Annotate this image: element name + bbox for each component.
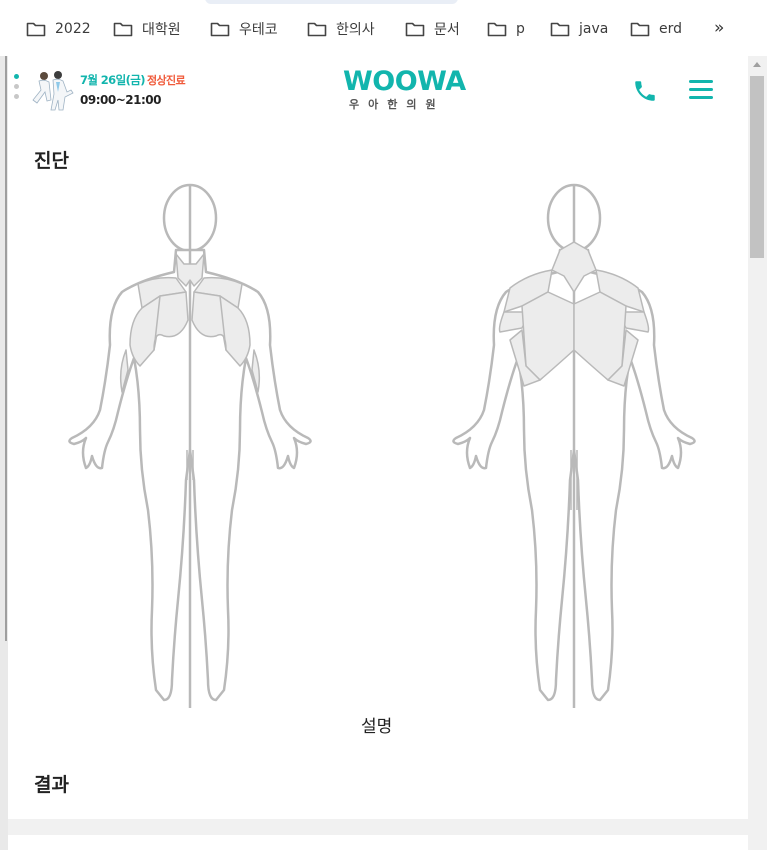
body-diagram[interactable] <box>60 180 710 710</box>
folder-icon <box>113 22 133 37</box>
bookmark-wooteco[interactable]: 우테코 <box>210 18 278 40</box>
chevron-double-right-icon[interactable]: » <box>714 18 724 38</box>
bookmarks-bar: 2022 대학원 우테코 한의사 문서 p java erd » <box>0 0 767 56</box>
folder-icon <box>210 22 230 37</box>
bookmark-2022[interactable]: 2022 <box>26 18 91 40</box>
logo[interactable]: WOOWA <box>343 66 466 98</box>
bookmark-documents[interactable]: 문서 <box>405 18 460 40</box>
diagnosis-title: 진단 <box>34 150 69 172</box>
window-edge <box>0 56 8 850</box>
clinic-date: 7월 26일(금) <box>80 73 145 87</box>
bookmark-grad-school[interactable]: 대학원 <box>113 18 181 40</box>
result-title: 결과 <box>34 774 69 796</box>
address-bar-edge <box>205 0 458 4</box>
bookmark-label: java <box>579 21 609 37</box>
bookmark-label: 대학원 <box>142 22 181 38</box>
scroll-up-arrow-icon[interactable] <box>753 62 761 67</box>
bookmark-label: 우테코 <box>239 22 278 38</box>
clinic-status: 정상진료 <box>147 74 186 87</box>
logo-subtitle: 우아한의원 <box>349 98 445 111</box>
phone-icon[interactable] <box>632 78 658 104</box>
description-label: 설명 <box>361 717 393 737</box>
bookmark-label: 문서 <box>434 22 460 38</box>
bookmark-label: erd <box>659 21 683 37</box>
bookmark-label: 한의사 <box>336 22 375 38</box>
folder-icon <box>487 22 507 37</box>
scrollbar[interactable] <box>748 56 767 850</box>
bookmark-p[interactable]: p <box>487 18 525 40</box>
folder-icon <box>405 22 425 37</box>
hamburger-menu-icon[interactable] <box>689 80 713 100</box>
next-section-card <box>8 835 748 850</box>
scrollbar-thumb[interactable] <box>750 76 764 258</box>
slide-indicator[interactable] <box>14 74 19 104</box>
folder-icon <box>630 22 650 37</box>
back-body[interactable] <box>452 183 696 710</box>
clinic-hours: 09:00~21:00 <box>80 93 161 107</box>
front-body[interactable] <box>68 183 312 710</box>
bookmark-doctor[interactable]: 한의사 <box>307 18 375 40</box>
bookmark-label: p <box>516 21 525 37</box>
bookmark-java[interactable]: java <box>550 18 608 40</box>
folder-icon <box>550 22 570 37</box>
bookmark-erd[interactable]: erd <box>630 18 682 40</box>
folder-icon <box>307 22 327 37</box>
doctors-illustration <box>32 71 74 111</box>
folder-icon <box>26 22 46 37</box>
bookmark-label: 2022 <box>55 21 91 37</box>
